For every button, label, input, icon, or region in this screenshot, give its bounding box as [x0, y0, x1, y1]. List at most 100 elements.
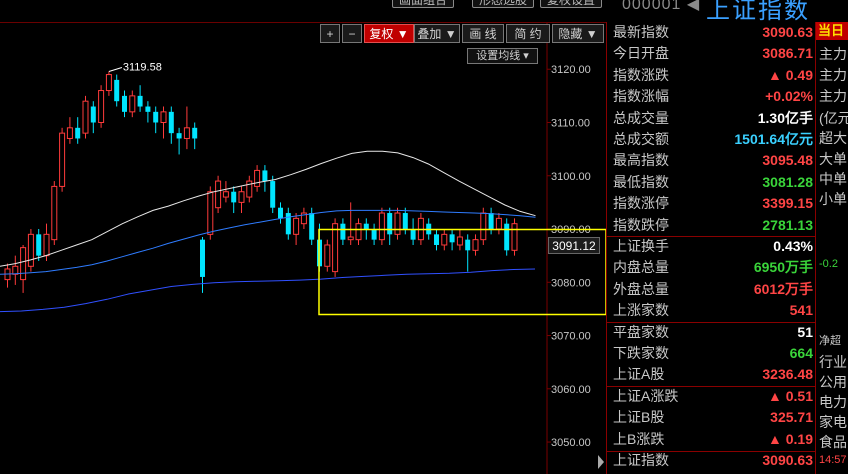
quote-row: 指数涨跌 ▲ 0.49	[613, 65, 813, 86]
candle-body	[449, 234, 455, 243]
candle-body	[495, 217, 502, 230]
quote-label: 总成交量	[613, 109, 669, 126]
candle-body	[472, 239, 479, 251]
candle-body	[192, 127, 198, 139]
candle-body	[168, 111, 174, 134]
panel-divider	[607, 451, 815, 452]
sidebar-item: 小单	[819, 191, 847, 207]
candle-body	[222, 191, 229, 198]
quote-row: 指数涨幅 +0.02%	[613, 86, 813, 107]
simple-mode-button[interactable]: 简 约	[506, 24, 550, 43]
candle-body	[340, 223, 346, 240]
quote-label: 指数涨跌	[613, 66, 669, 83]
candle-body	[183, 127, 190, 139]
quote-row: 上涨家数 541	[613, 300, 813, 321]
quote-label: 上证换手	[613, 238, 669, 254]
candle-body	[145, 106, 151, 112]
sidebar-time: 14:57	[819, 454, 847, 466]
y-tick-label: 3050.00	[551, 437, 591, 449]
candle-body	[238, 191, 245, 203]
quote-value: 3399.15	[762, 195, 813, 212]
sidebar-item: 大单	[819, 151, 847, 167]
quote-value: 3095.48	[762, 152, 813, 169]
zoom-in-button[interactable]: +	[320, 24, 340, 43]
sidebar-item: 家电	[819, 414, 847, 430]
quote-label: 指数涨幅	[613, 88, 669, 105]
quote-row: 平盘家数 51	[613, 322, 813, 343]
sidebar-item: 中单	[819, 171, 847, 187]
capital-flow-sidebar: 当日 主力 主力 主力 (亿元 超大 大单 中单 小单 -0.2 净超 行业 公…	[815, 22, 848, 474]
candle-body	[456, 236, 463, 246]
candle-body	[355, 223, 362, 241]
quote-label: 上证B股	[613, 409, 665, 426]
quote-row: 总成交额 1501.64亿元	[613, 129, 813, 150]
candle-body	[207, 191, 214, 235]
quote-value: 3236.48	[762, 366, 813, 383]
candle-body	[324, 244, 331, 267]
overlay-dropdown[interactable]: 叠加 ▼	[414, 24, 460, 43]
quote-row: 指数跌停 2781.13	[613, 215, 813, 236]
dropdown-arrow-icon: ▼	[585, 27, 598, 41]
candle-body	[347, 236, 354, 241]
y-tick-label: 3100.00	[551, 171, 591, 183]
sidebar-item: 超大	[819, 130, 847, 146]
quote-label: 今日开盘	[613, 45, 669, 62]
draw-line-button[interactable]: 画 线	[462, 24, 504, 43]
candle-body	[122, 95, 127, 112]
quote-value: 3090.63	[762, 24, 813, 40]
candle-body	[153, 111, 159, 123]
candle-body	[105, 74, 112, 92]
quote-row: 上证B股 325.71	[613, 407, 813, 428]
candle-body	[160, 111, 167, 123]
panel-divider	[607, 386, 815, 387]
candle-body	[480, 212, 487, 241]
sidebar-tab-today[interactable]: 当日	[816, 22, 848, 40]
quote-row: 内盘总量 6950万手	[613, 257, 813, 278]
quote-label: 上涨家数	[613, 302, 669, 319]
current-price-tag: 3091.12	[548, 237, 600, 254]
quote-value: 541	[789, 302, 813, 319]
y-tick-label: 3120.00	[551, 64, 591, 76]
quote-row: 最高指数 3095.48	[613, 150, 813, 171]
quote-value: 3081.28	[762, 173, 813, 190]
zoom-out-button[interactable]: −	[342, 24, 362, 43]
quote-value: ▲ 0.19	[768, 430, 813, 447]
quote-label: 外盘总量	[613, 280, 669, 297]
candle-body	[90, 106, 96, 123]
expand-arrow-icon[interactable]	[598, 455, 604, 469]
ma-settings-button[interactable]: 设置均线 ▾	[467, 48, 538, 64]
y-tick-label: 3080.00	[551, 277, 591, 289]
quote-label: 总成交额	[613, 131, 669, 147]
sidebar-item: 净超	[819, 335, 841, 347]
high-marker-leader	[108, 66, 123, 72]
candle-body	[20, 247, 27, 281]
quote-row: 上B涨跌 ▲ 0.19	[613, 429, 813, 450]
quote-row: 上证换手 0.43%	[613, 236, 813, 257]
hide-dropdown[interactable]: 隐藏 ▼	[552, 24, 604, 43]
quote-label: 上B涨跌	[613, 430, 665, 447]
sidebar-item: 主力	[819, 88, 847, 104]
quote-row: 总成交量 1.30亿手	[613, 108, 813, 129]
candle-body	[465, 239, 471, 251]
dropdown-arrow-icon: ▼	[444, 27, 457, 41]
quote-value: 2781.13	[762, 216, 813, 233]
overlay-label: 叠加	[417, 27, 442, 41]
candle-body	[254, 169, 261, 187]
candle-body	[293, 217, 300, 235]
quote-value: 6950万手	[753, 259, 813, 276]
quote-value: ▲ 0.51	[768, 387, 813, 404]
candle-body	[378, 212, 385, 241]
fuquan-dropdown[interactable]: 复权 ▼	[364, 24, 414, 43]
quote-panel: 最新指数 3090.63 今日开盘 3086.71 指数涨跌 ▲ 0.49 指数涨幅 +0.0…	[606, 22, 815, 474]
sidebar-value: -0.2	[819, 258, 838, 270]
candle-body	[332, 223, 339, 273]
quote-label: 上证指数	[613, 452, 669, 468]
ma-line-white	[0, 150, 536, 267]
candle-body	[75, 127, 81, 139]
quote-value: 664	[789, 345, 813, 361]
ma-line-dark-blue	[0, 268, 536, 313]
quote-row: 最低指数 3081.28	[613, 172, 813, 193]
candle-body	[43, 233, 50, 257]
candle-body	[36, 234, 42, 256]
candle-body	[394, 212, 401, 235]
